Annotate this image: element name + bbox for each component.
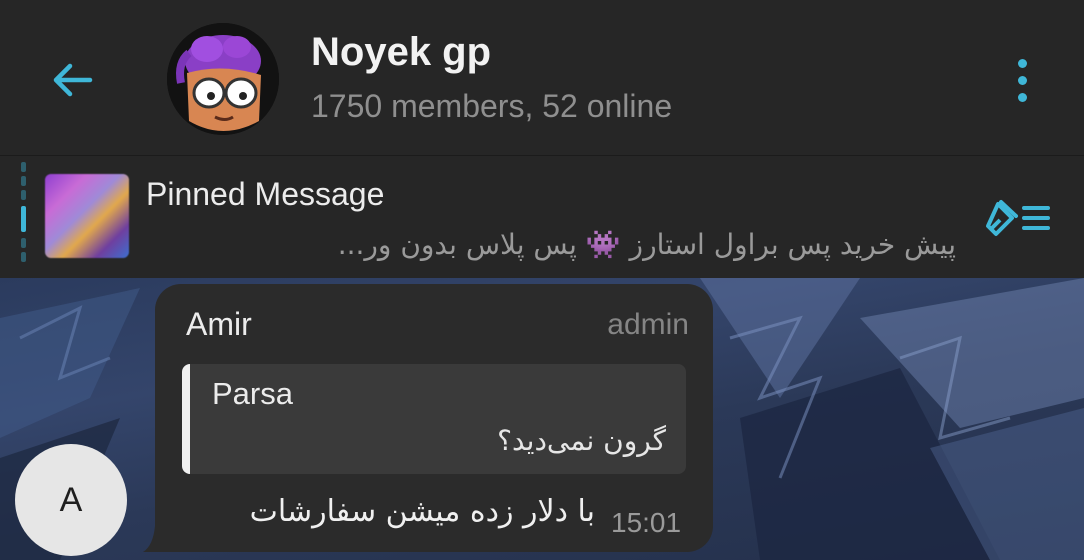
- chat-area[interactable]: A Amir admin Parsa گرون نمی‌دید؟ با دلار…: [0, 278, 1084, 560]
- message-time: 15:01: [611, 507, 682, 538]
- pinned-indicator-active: [21, 206, 26, 232]
- message-bubble[interactable]: Amir admin Parsa گرون نمی‌دید؟ با دلار ز…: [155, 284, 713, 552]
- sender-role-badge: admin: [607, 308, 689, 341]
- sender-avatar[interactable]: A: [15, 444, 127, 556]
- reply-text: گرون نمی‌دید؟: [497, 424, 666, 457]
- back-button[interactable]: [40, 48, 104, 112]
- pinned-list-button[interactable]: [982, 194, 1056, 242]
- pinned-indicator: [21, 162, 26, 272]
- chat-header: Noyek gp 1750 members, 52 online: [0, 0, 1084, 155]
- reply-sender-name: Parsa: [212, 376, 293, 411]
- pinned-thumbnail: [45, 174, 129, 258]
- cartoon-avatar-image: [167, 23, 279, 135]
- more-vertical-icon: [1017, 58, 1027, 68]
- pinned-title: Pinned Message: [146, 176, 385, 212]
- pinned-indicator-segment: [21, 176, 26, 186]
- pinned-indicator-segment: [21, 162, 26, 172]
- sender-name[interactable]: Amir: [186, 306, 252, 343]
- pinned-indicator-segment: [21, 238, 26, 248]
- menu-dot: [1017, 75, 1027, 85]
- message-text: با دلار زده میشن سفارشات: [249, 494, 595, 529]
- pinned-indicator-segment: [21, 252, 26, 262]
- pinned-text: پیش خرید پس براول استارز 👾 پس پلاس بدون …: [337, 228, 956, 261]
- arrow-left-icon: [53, 63, 93, 97]
- pinned-message-bar[interactable]: Pinned Message پیش خرید پس براول استارز …: [0, 155, 1084, 278]
- group-title[interactable]: Noyek gp: [311, 30, 491, 75]
- pinned-list-icon: [986, 200, 1050, 236]
- pinned-indicator-segment: [21, 190, 26, 200]
- menu-dot: [1017, 92, 1027, 102]
- group-avatar[interactable]: [167, 23, 279, 135]
- more-menu-button[interactable]: [1000, 50, 1044, 110]
- member-count: 1750 members, 52 online: [311, 88, 673, 124]
- reply-quote[interactable]: Parsa گرون نمی‌دید؟: [182, 364, 686, 474]
